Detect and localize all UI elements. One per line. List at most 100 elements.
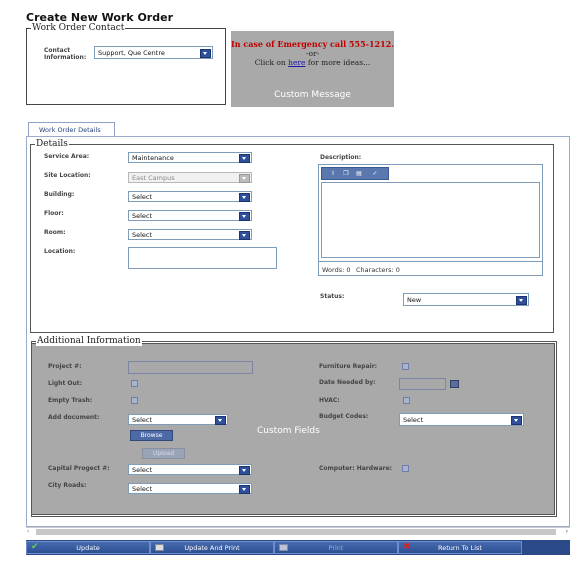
capital-project-select[interactable]: Select xyxy=(128,464,252,475)
custom-fields-caption: Custom Fields xyxy=(257,426,320,436)
floor-value: Select xyxy=(132,212,153,220)
status-label: Status: xyxy=(320,293,345,300)
spellcheck-icon[interactable]: ✓ xyxy=(367,170,383,177)
update-button[interactable]: ✔ Update xyxy=(26,541,150,554)
emergency-or: -or- xyxy=(305,49,320,58)
service-area-select[interactable]: Maintenance xyxy=(128,152,252,163)
service-area-value: Maintenance xyxy=(132,154,174,162)
browse-button[interactable]: Browse xyxy=(130,430,173,441)
emergency-ideas-line: Click on here for more ideas... xyxy=(231,58,394,67)
computer-hardware-label: Computer: Hardware: xyxy=(319,465,393,472)
word-count: Words: 0 xyxy=(322,266,351,274)
floor-label: Floor: xyxy=(44,210,64,217)
contact-information-value: Support, Que Centre xyxy=(98,49,165,57)
action-bar: ✔ Update Update And Print Print ✖ Return… xyxy=(26,540,570,555)
site-location-value: East Campus xyxy=(132,174,175,182)
status-value: New xyxy=(407,296,422,304)
chevron-down-icon xyxy=(511,416,522,425)
emergency-ideas-suffix: for more ideas... xyxy=(305,58,371,67)
city-roads-label: City Roads: xyxy=(48,482,87,489)
scroll-left-icon[interactable]: ‹ xyxy=(27,528,29,535)
description-divider xyxy=(319,261,542,262)
work-order-contact-legend: Work Order Contact xyxy=(32,23,125,33)
status-select[interactable]: New xyxy=(403,293,529,306)
hvac-checkbox[interactable] xyxy=(403,397,410,404)
light-out-checkbox[interactable] xyxy=(131,380,138,387)
contact-information-label: Contact Information: xyxy=(44,47,87,61)
tab-work-order-details[interactable]: Work Order Details xyxy=(28,122,115,137)
scroll-right-icon[interactable]: › xyxy=(566,528,568,535)
here-link[interactable]: here xyxy=(288,58,305,67)
italic-icon[interactable]: I xyxy=(328,170,338,177)
empty-trash-label: Empty Trash: xyxy=(48,397,93,404)
project-input[interactable] xyxy=(128,361,253,374)
paste-icon[interactable]: ▤ xyxy=(354,170,364,177)
chevron-down-icon xyxy=(239,231,250,240)
light-out-label: Light Out: xyxy=(48,380,83,387)
calendar-icon[interactable] xyxy=(450,380,459,388)
description-label: Description: xyxy=(320,154,362,161)
location-input[interactable] xyxy=(128,247,277,269)
computer-hardware-checkbox[interactable] xyxy=(402,465,409,472)
chevron-down-icon xyxy=(239,466,250,475)
city-roads-select[interactable]: Select xyxy=(128,483,252,494)
additional-information-legend: Additional Information xyxy=(36,336,142,346)
details-legend: Details xyxy=(36,139,68,149)
work-order-contact-group: Work Order Contact xyxy=(26,23,226,105)
hvac-label: HVAC: xyxy=(319,397,340,404)
site-location-label: Site Location: xyxy=(44,172,91,179)
scroll-track[interactable] xyxy=(36,529,556,535)
site-location-select: East Campus xyxy=(128,172,252,183)
capital-project-label: Capital Progect #: xyxy=(48,465,110,472)
emergency-message-panel: In case of Emergency call 555-1212. -or-… xyxy=(231,31,394,107)
copy-icon[interactable]: ❐ xyxy=(341,170,351,177)
chevron-down-icon xyxy=(516,296,527,305)
room-label: Room: xyxy=(44,229,66,236)
add-document-value: Select xyxy=(132,416,153,424)
floor-select[interactable]: Select xyxy=(128,210,252,221)
chevron-down-icon xyxy=(239,154,250,163)
print-label: Print xyxy=(328,544,344,552)
city-roads-value: Select xyxy=(132,485,153,493)
chevron-down-icon xyxy=(239,212,250,221)
chevron-down-icon xyxy=(215,416,226,425)
print-button[interactable]: Print xyxy=(274,541,398,554)
room-value: Select xyxy=(132,231,153,239)
budget-codes-select[interactable]: Select xyxy=(399,413,524,426)
capital-project-value: Select xyxy=(132,466,153,474)
chevron-down-icon xyxy=(200,49,211,58)
add-document-label: Add document: xyxy=(48,414,100,421)
emergency-ideas-prefix: Click on xyxy=(254,58,289,67)
description-textarea[interactable] xyxy=(321,182,540,258)
upload-button[interactable]: Upload xyxy=(142,448,185,459)
editor-toolbar: I ❐ ▤ ✓ xyxy=(321,167,389,180)
chevron-down-icon xyxy=(239,174,250,183)
update-label: Update xyxy=(76,544,100,552)
budget-codes-value: Select xyxy=(403,416,424,424)
furniture-repair-label: Furniture Repair: xyxy=(319,363,378,370)
building-select[interactable]: Select xyxy=(128,191,252,202)
building-label: Building: xyxy=(44,191,75,198)
character-count: Characters: 0 xyxy=(356,266,400,274)
date-needed-label: Date Needed by: xyxy=(319,379,376,386)
empty-trash-checkbox[interactable] xyxy=(131,397,138,404)
custom-message-caption: Custom Message xyxy=(274,90,351,100)
contact-information-select[interactable]: Support, Que Centre xyxy=(94,46,213,59)
location-label: Location: xyxy=(44,248,76,255)
chevron-down-icon xyxy=(239,485,250,494)
emergency-line: In case of Emergency call 555-1212. xyxy=(231,39,394,49)
furniture-repair-checkbox[interactable] xyxy=(402,363,409,370)
project-label: Project #: xyxy=(48,363,82,370)
chevron-down-icon xyxy=(239,193,250,202)
add-document-select[interactable]: Select xyxy=(128,414,228,425)
room-select[interactable]: Select xyxy=(128,229,252,240)
return-to-list-button[interactable]: ✖ Return To List xyxy=(398,541,522,554)
update-and-print-button[interactable]: Update And Print xyxy=(150,541,274,554)
return-to-list-label: Return To List xyxy=(438,544,482,552)
budget-codes-label: Budget Codes: xyxy=(319,413,369,420)
date-needed-input[interactable] xyxy=(399,378,446,390)
service-area-label: Service Area: xyxy=(44,153,90,160)
horizontal-scrollbar[interactable]: ‹ › xyxy=(26,527,570,536)
description-editor[interactable]: I ❐ ▤ ✓ Words: 0 Characters: 0 xyxy=(318,164,543,276)
tab-label: Work Order Details xyxy=(39,126,101,134)
